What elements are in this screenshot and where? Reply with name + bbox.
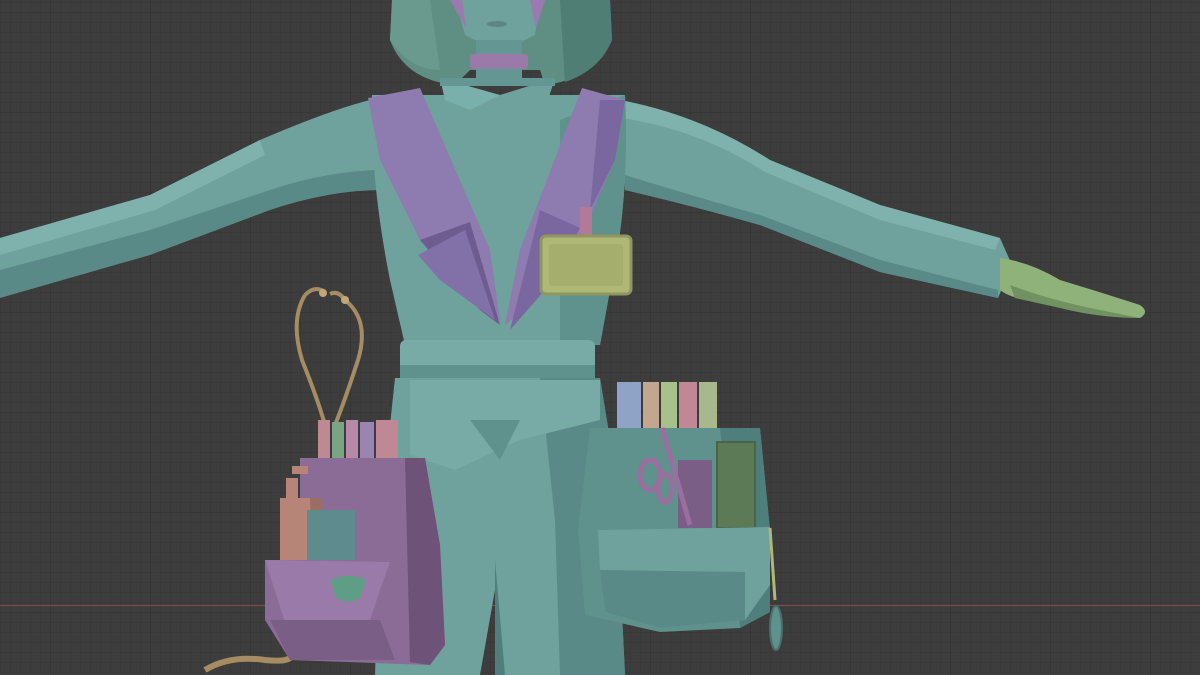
left-arm (0, 100, 385, 298)
waistband (400, 340, 595, 380)
neck (470, 40, 528, 80)
right-hand (1000, 258, 1145, 318)
3d-viewport[interactable] (0, 0, 1200, 675)
scene-render[interactable] (0, 0, 1200, 675)
right-pouch (578, 382, 783, 651)
right-arm (620, 100, 1012, 298)
